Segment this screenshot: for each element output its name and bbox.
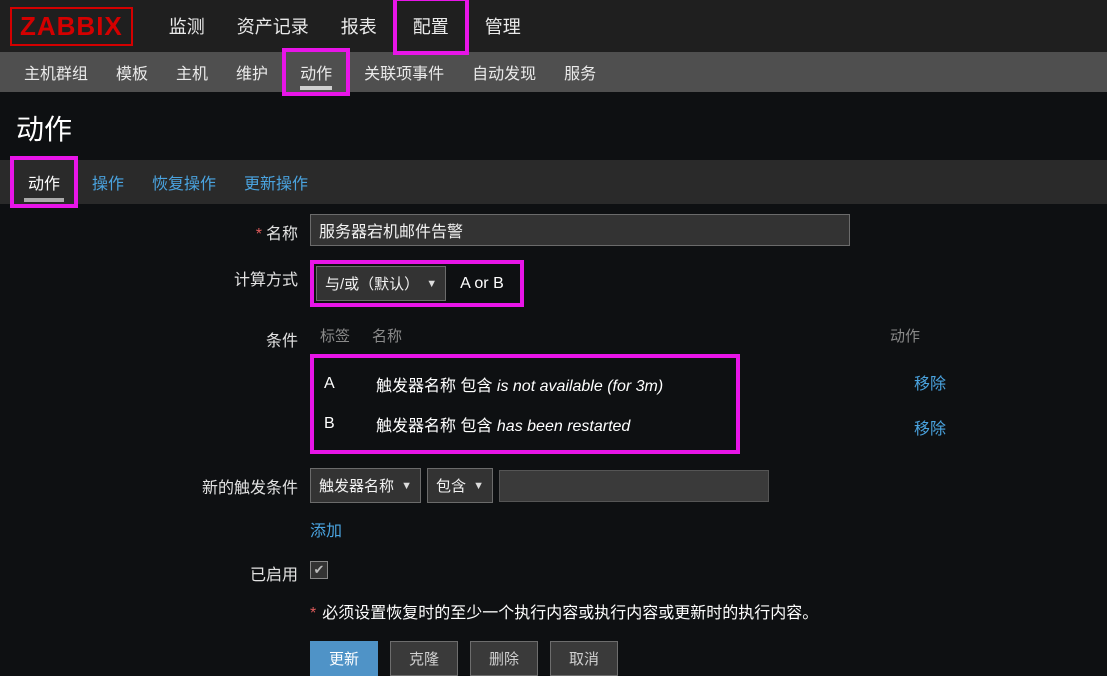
condition-remove-link[interactable]: 移除 bbox=[914, 415, 946, 439]
newcond-group: 触发器名称▼ 包含▼ 添加 bbox=[310, 468, 769, 541]
newcond-label: 新的触发条件 bbox=[0, 468, 310, 498]
tab-operations[interactable]: 操作 bbox=[78, 160, 138, 204]
calc-select[interactable]: 与/或（默认）▼ bbox=[316, 266, 446, 301]
topnav-admin[interactable]: 管理 bbox=[469, 1, 537, 51]
logo: ZABBIX bbox=[10, 7, 133, 46]
chevron-down-icon: ▼ bbox=[473, 480, 484, 492]
condition-row: B 触发器名称 包含 has been restarted bbox=[314, 404, 736, 444]
subnav-hostgroups[interactable]: 主机群组 bbox=[10, 52, 102, 92]
topnav: 监测 资产记录 报表 配置 管理 bbox=[153, 0, 537, 55]
newcond-op-select[interactable]: 包含▼ bbox=[427, 468, 493, 503]
subnav: 主机群组 模板 主机 维护 动作 关联项事件 自动发现 服务 bbox=[0, 52, 1107, 92]
condition-tag: B bbox=[314, 415, 376, 433]
conditions-table: 标签 名称 动作 A 触发器名称 包含 is not available (fo… bbox=[310, 321, 950, 454]
condition-remove-link[interactable]: 移除 bbox=[914, 370, 946, 394]
condition-name: 触发器名称 包含 is not available (for 3m) bbox=[376, 372, 663, 396]
required-mark: * bbox=[256, 226, 262, 243]
required-mark: * bbox=[310, 605, 316, 622]
topnav-reports[interactable]: 报表 bbox=[325, 1, 393, 51]
subnav-services[interactable]: 服务 bbox=[550, 52, 610, 92]
subnav-templates[interactable]: 模板 bbox=[102, 52, 162, 92]
subnav-discovery[interactable]: 自动发现 bbox=[458, 52, 550, 92]
topbar: ZABBIX 监测 资产记录 报表 配置 管理 bbox=[0, 0, 1107, 52]
name-input[interactable] bbox=[310, 214, 850, 246]
tab-recovery[interactable]: 恢复操作 bbox=[138, 160, 230, 204]
cancel-button[interactable]: 取消 bbox=[550, 641, 618, 676]
tab-update[interactable]: 更新操作 bbox=[230, 160, 322, 204]
topnav-inventory[interactable]: 资产记录 bbox=[221, 1, 325, 51]
newcond-value-input[interactable] bbox=[499, 470, 769, 502]
tabbar: 动作 操作 恢复操作 更新操作 bbox=[0, 160, 1107, 204]
cond-header-action: 动作 bbox=[890, 325, 950, 346]
subnav-correlation[interactable]: 关联项事件 bbox=[350, 52, 458, 92]
condition-tag: A bbox=[314, 375, 376, 393]
subnav-hosts[interactable]: 主机 bbox=[162, 52, 222, 92]
topnav-monitor[interactable]: 监测 bbox=[153, 1, 221, 51]
calc-expression: A or B bbox=[446, 275, 518, 293]
condition-name: 触发器名称 包含 has been restarted bbox=[376, 412, 630, 436]
enabled-checkbox[interactable]: ✔ bbox=[310, 561, 328, 579]
button-row: 更新 克隆 删除 取消 bbox=[0, 641, 1107, 676]
calc-group: 与/或（默认）▼ A or B bbox=[310, 260, 524, 307]
form-area: *名称 计算方式 与/或（默认）▼ A or B 条件 标签 名称 动作 bbox=[0, 204, 1107, 676]
topnav-config[interactable]: 配置 bbox=[393, 0, 469, 55]
delete-button[interactable]: 删除 bbox=[470, 641, 538, 676]
newcond-type-select[interactable]: 触发器名称▼ bbox=[310, 468, 421, 503]
required-note: *必须设置恢复时的至少一个执行内容或执行内容或更新时的执行内容。 bbox=[0, 599, 1107, 623]
page-title: 动作 bbox=[0, 92, 1107, 160]
conditions-body: A 触发器名称 包含 is not available (for 3m) B 触… bbox=[310, 354, 740, 454]
subnav-actions[interactable]: 动作 bbox=[282, 48, 350, 96]
conditions-label: 条件 bbox=[0, 321, 310, 351]
calc-label: 计算方式 bbox=[0, 260, 310, 290]
check-icon: ✔ bbox=[314, 562, 325, 578]
update-button[interactable]: 更新 bbox=[310, 641, 378, 676]
chevron-down-icon: ▼ bbox=[426, 278, 437, 290]
subnav-maintenance[interactable]: 维护 bbox=[222, 52, 282, 92]
add-condition-link[interactable]: 添加 bbox=[310, 517, 769, 541]
chevron-down-icon: ▼ bbox=[401, 480, 412, 492]
enabled-label: 已启用 bbox=[0, 555, 310, 585]
name-label: *名称 bbox=[0, 214, 310, 244]
condition-row: A 触发器名称 包含 is not available (for 3m) bbox=[314, 364, 736, 404]
tab-action[interactable]: 动作 bbox=[10, 156, 78, 208]
cond-header-tag: 标签 bbox=[310, 325, 372, 346]
clone-button[interactable]: 克隆 bbox=[390, 641, 458, 676]
cond-header-name: 名称 bbox=[372, 325, 890, 346]
